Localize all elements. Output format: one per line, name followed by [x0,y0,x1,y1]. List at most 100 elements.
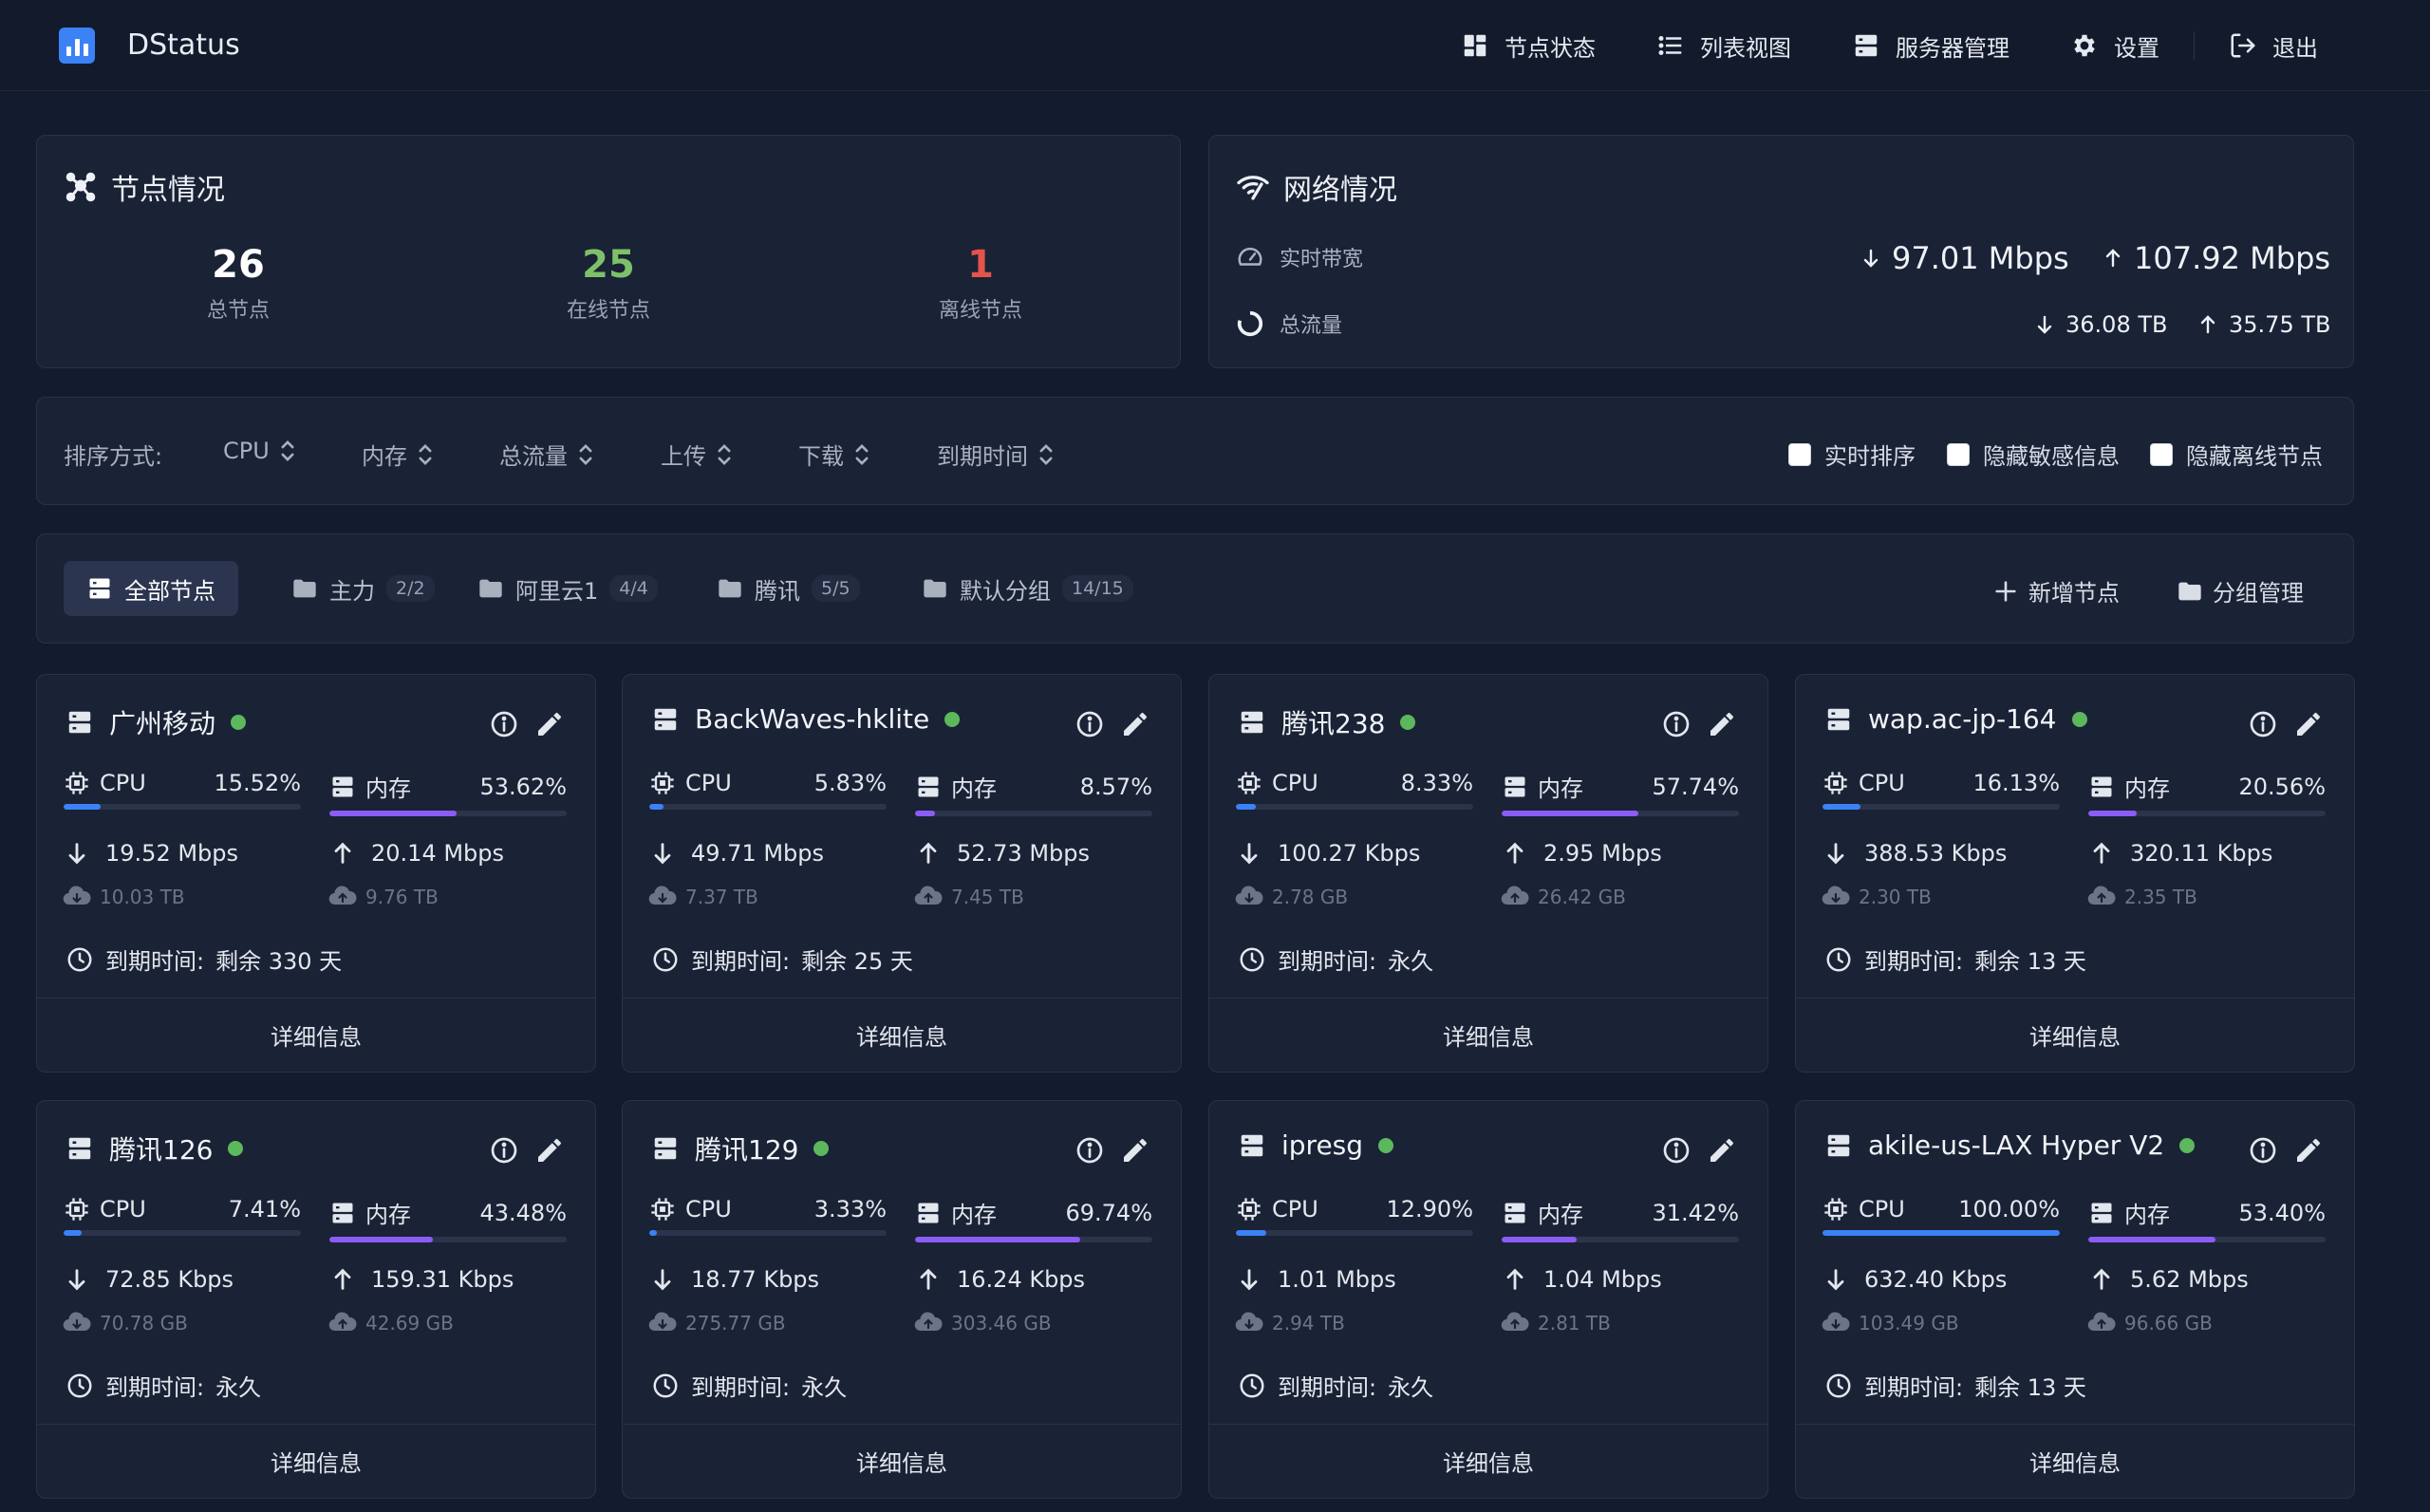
memory-icon [332,776,353,796]
online-status-dot [944,711,961,727]
bandwidth-row: 实时带宽 [1236,242,1363,272]
tab-group-aliyun1[interactable]: 阿里云1 4/4 [455,561,681,616]
cloud-download-icon [1235,1312,1263,1332]
sort-upload[interactable]: 上传 [661,438,733,471]
tab-all-nodes[interactable]: 全部节点 [64,561,238,616]
server-card: 腾讯238 CPU 8.33% 内存 57.74% 100.27 Kbps 2.… [1208,674,1768,1073]
upload-speed: 159.31 Kbps [329,1266,514,1293]
traffic-down-value: 36.08 TB [2066,311,2168,338]
download-total-value: 7.37 TB [685,886,758,908]
server-edit-button[interactable] [534,709,565,739]
server-info-button[interactable] [2248,1135,2278,1166]
cpu-usage-fill [1822,1230,2060,1236]
server-info-button[interactable] [2248,709,2278,739]
download-total: 103.49 GB [1821,1312,1959,1335]
add-node-label: 新增节点 [2028,580,2120,607]
tab-group-tencent[interactable]: 腾讯 5/5 [694,561,883,616]
top-navbar: DStatus 节点状态 列表视图 服务器管理 设置 退出 [0,0,2430,91]
cloud-download-icon [63,1312,91,1332]
server-info-button[interactable] [1075,709,1105,739]
cloud-download-icon [648,1312,677,1332]
nav-list-view[interactable]: 列表视图 [1656,29,1791,63]
cloud-upload-icon [328,886,357,905]
server-icon [1827,708,1850,730]
online-status-dot [1400,715,1416,730]
tab-count: 4/4 [609,575,658,602]
memory-label: 内存 [2124,1202,2170,1228]
nav-server-management[interactable]: 服务器管理 [1852,29,2009,63]
tab-group-default[interactable]: 默认分组 14/15 [899,561,1156,616]
donut-icon [1237,310,1263,337]
details-button[interactable]: 详细信息 [37,1424,595,1498]
memory-metric: 内存 20.56% [2088,770,2326,816]
details-button[interactable]: 详细信息 [37,998,595,1072]
network-panel-title: 网络情况 [1236,166,1397,208]
sort-download[interactable]: 下载 [798,438,870,471]
details-button[interactable]: 详细信息 [623,1424,1181,1498]
folder-icon [293,579,316,598]
pencil-icon [1124,1138,1147,1162]
group-manage-button[interactable]: 分组管理 [2177,574,2304,607]
download-speed-value: 100.27 Kbps [1278,840,1421,867]
upload-total: 303.46 GB [913,1312,1052,1335]
server-info-button[interactable] [489,709,519,739]
cpu-usage-fill [1236,804,1256,810]
server-card: 腾讯129 CPU 3.33% 内存 69.74% 18.77 Kbps 16.… [622,1100,1182,1499]
nav-logout[interactable]: 退出 [2229,29,2318,63]
clock-icon [1240,1373,1264,1397]
hide-offline-checkbox[interactable]: 隐藏离线节点 [2150,438,2323,471]
nav-node-status[interactable]: 节点状态 [1461,29,1596,63]
memory-value: 20.56% [2238,773,2326,800]
add-node-button[interactable]: 新增节点 [1992,574,2120,607]
memory-icon [1505,1203,1525,1223]
sort-memory[interactable]: 内存 [362,438,434,471]
tab-count: 2/2 [386,575,435,602]
download-total-value: 70.78 GB [100,1312,188,1335]
server-edit-button[interactable] [2293,709,2324,739]
download-speed: 72.85 Kbps [64,1266,234,1293]
sort-toggle-icon [419,443,432,465]
server-edit-button[interactable] [1120,709,1150,739]
checkbox-box[interactable] [1788,442,1811,466]
memory-value: 43.48% [479,1199,567,1226]
server-info-button[interactable] [1661,1135,1692,1166]
cloud-upload-icon [1501,1312,1529,1332]
server-edit-button[interactable] [1707,709,1737,739]
server-edit-button[interactable] [1120,1135,1150,1166]
details-button[interactable]: 详细信息 [1796,998,2354,1072]
download-speed: 1.01 Mbps [1236,1266,1396,1293]
memory-icon [1505,776,1525,796]
brand[interactable]: DStatus [59,27,240,64]
dashboard-icon [1464,34,1486,57]
download-speed: 18.77 Kbps [649,1266,819,1293]
chart-logo-icon [59,27,95,64]
checkbox-box[interactable] [2150,442,2173,466]
server-info-button[interactable] [489,1135,519,1166]
details-button[interactable]: 详细信息 [623,998,1181,1072]
realtime-sort-checkbox[interactable]: 实时排序 [1788,438,1916,471]
server-info-button[interactable] [1661,709,1692,739]
hide-sensitive-checkbox[interactable]: 隐藏敏感信息 [1947,438,2120,471]
tab-group-main[interactable]: 主力 2/2 [269,561,458,616]
cloud-download-icon [1822,886,1850,905]
details-button[interactable]: 详细信息 [1209,998,1767,1072]
clock-icon [67,1373,92,1397]
nav-settings[interactable]: 设置 [2070,29,2159,63]
cpu-label: CPU [685,770,732,796]
cpu-value: 3.33% [813,1196,887,1223]
sort-expire-time[interactable]: 到期时间 [937,438,1055,471]
server-icon [1827,1134,1850,1156]
sort-cpu[interactable]: CPU [223,438,296,464]
checkbox-box[interactable] [1947,442,1970,466]
upload-total: 2.81 TB [1500,1312,1611,1335]
sort-total-traffic[interactable]: 总流量 [499,438,594,471]
details-button[interactable]: 详细信息 [1209,1424,1767,1498]
download-speed: 19.52 Mbps [64,840,238,867]
server-edit-button[interactable] [2293,1135,2324,1166]
nav-divider [2194,31,2195,60]
details-button[interactable]: 详细信息 [1796,1424,2354,1498]
pencil-icon [1124,712,1147,736]
server-edit-button[interactable] [534,1135,565,1166]
server-edit-button[interactable] [1707,1135,1737,1166]
server-info-button[interactable] [1075,1135,1105,1166]
